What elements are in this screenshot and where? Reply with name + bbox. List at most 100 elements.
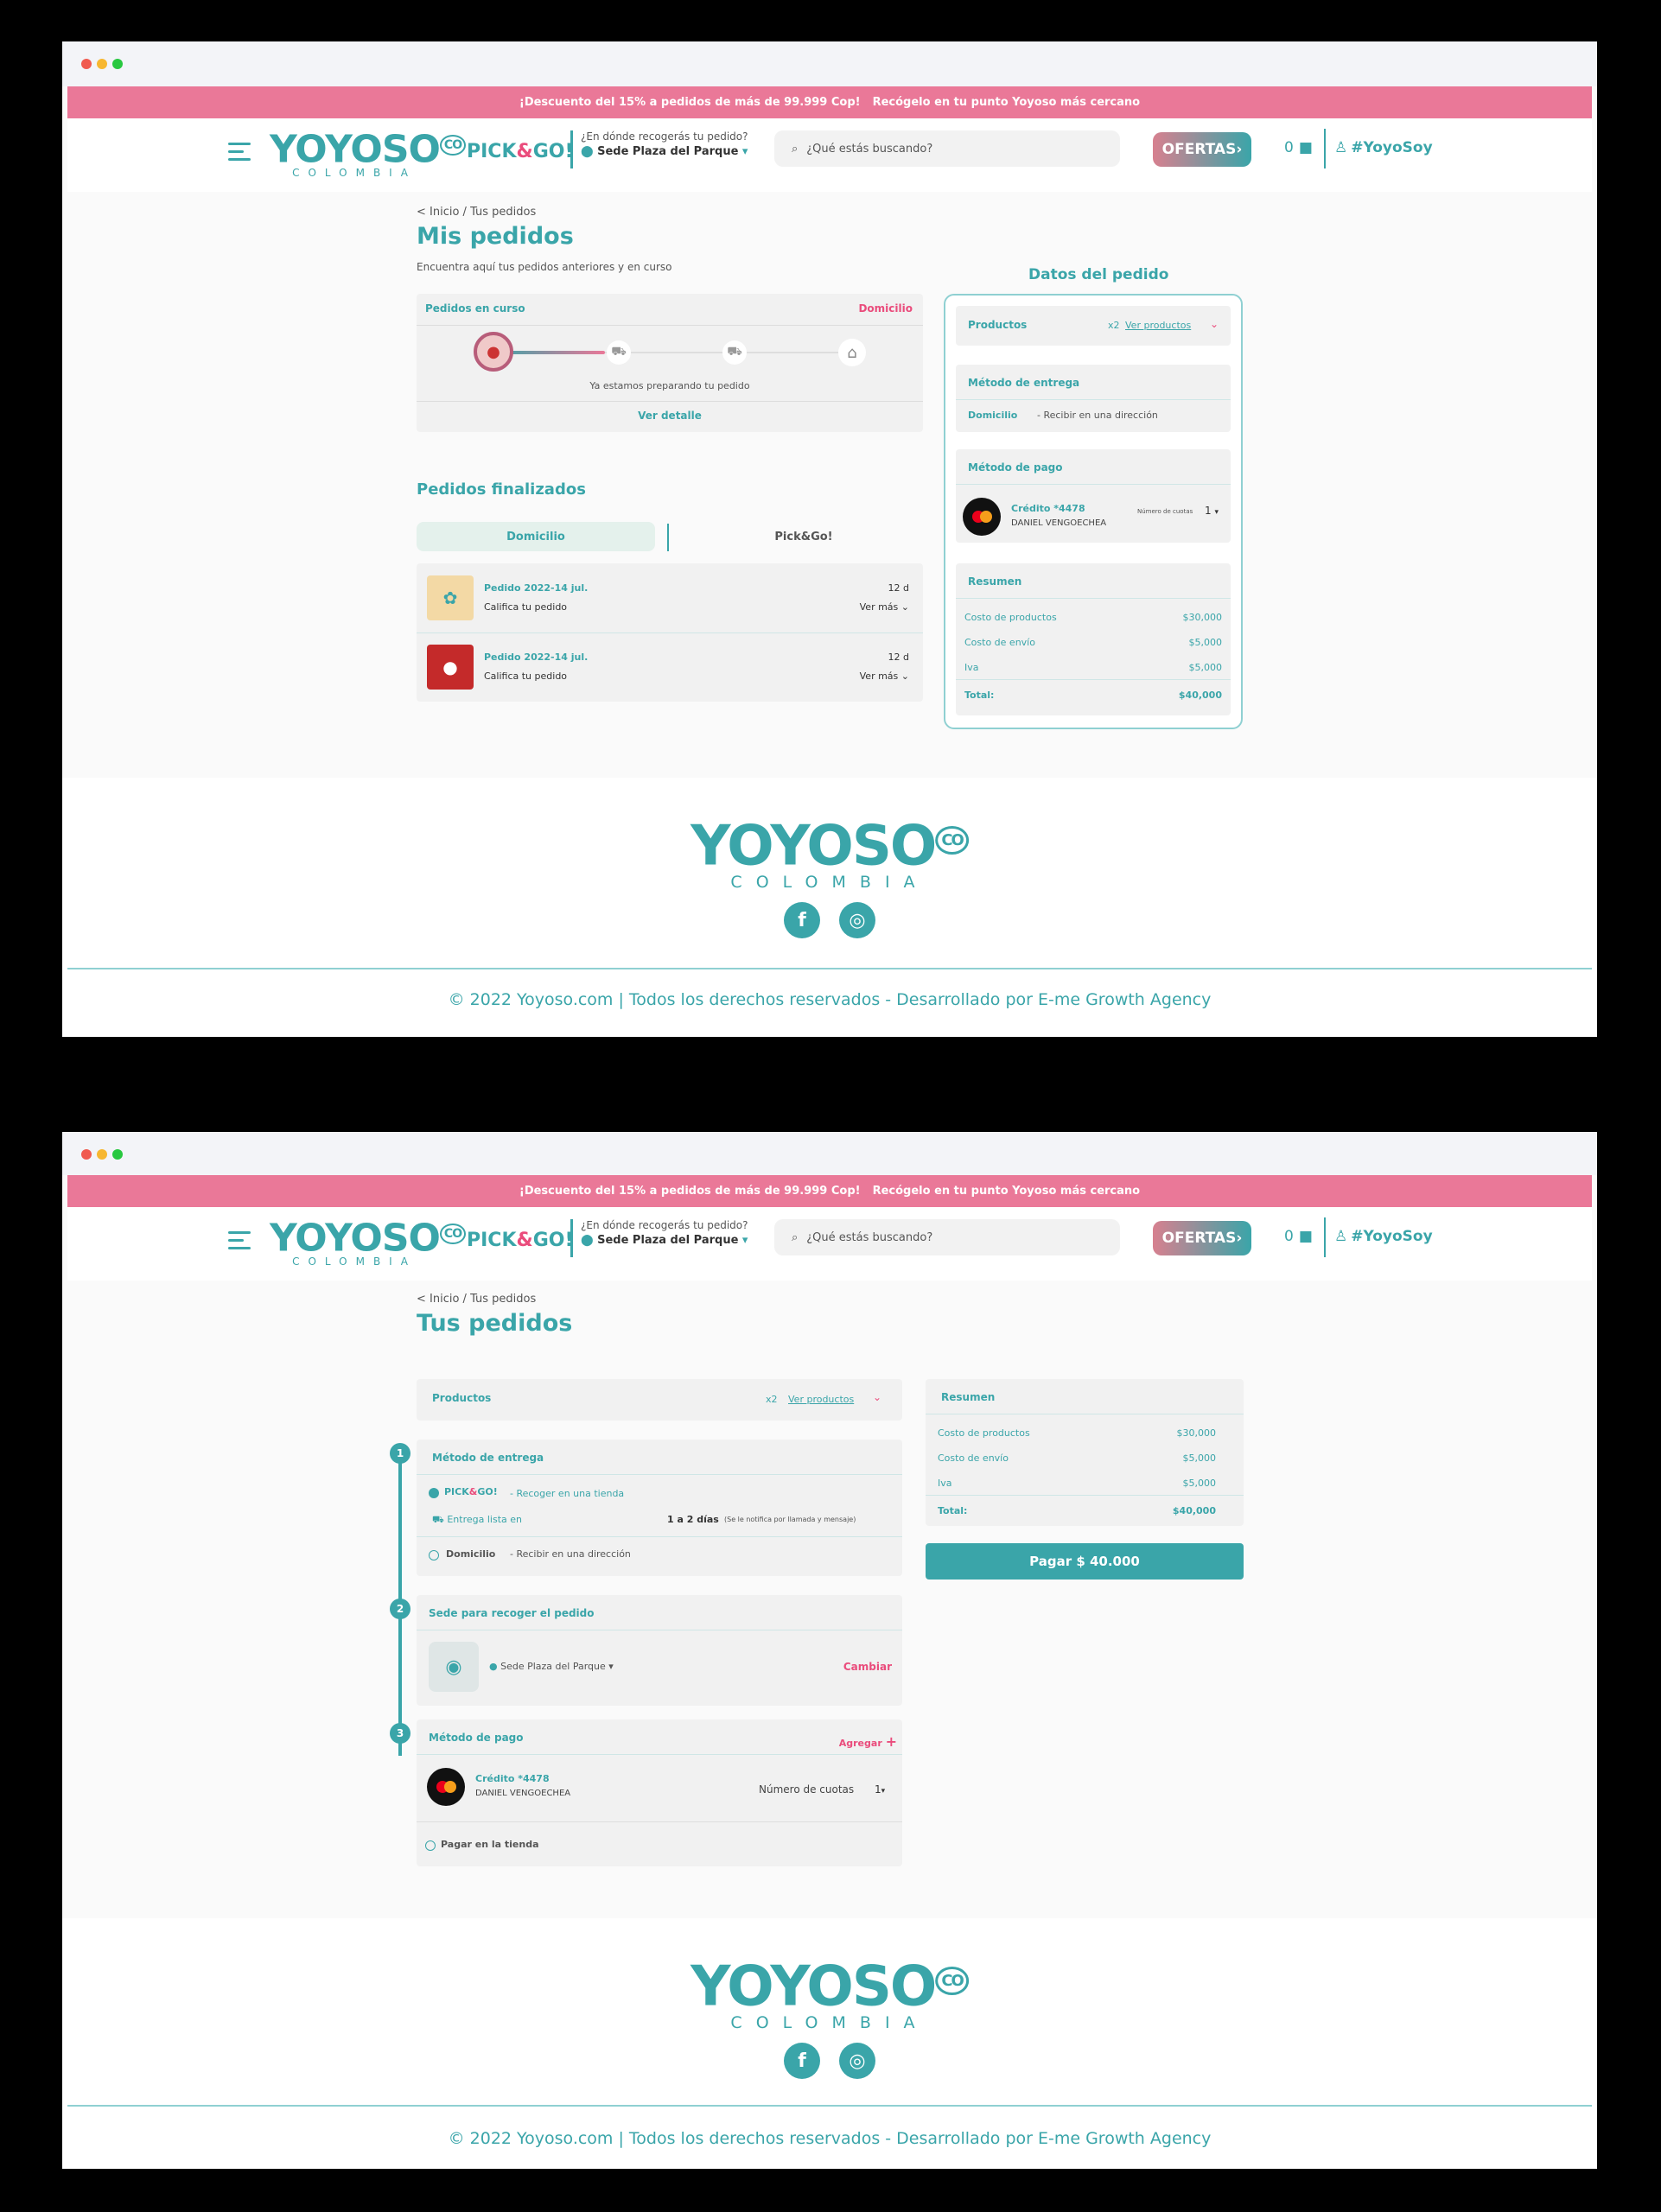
radio-pickgo-selected[interactable] [429, 1488, 439, 1498]
summary-label: Iva [964, 662, 979, 673]
cart-button[interactable]: 0 ■ [1284, 139, 1313, 156]
installments-select[interactable]: 1 ▾ [1205, 505, 1219, 517]
summary-value: $30,000 [1176, 1427, 1217, 1439]
pickgo-logo[interactable]: PICK&GO! [467, 1230, 574, 1251]
ofertas-button[interactable]: OFERTAS › [1153, 132, 1251, 167]
breadcrumb[interactable]: < Inicio / Tus pedidos [417, 1293, 536, 1306]
pickup-selector[interactable]: ¿En dónde recogerás tu pedido? ⬤ Sede Pla… [581, 1219, 771, 1247]
divider [1324, 129, 1326, 168]
products-label: Productos [432, 1392, 492, 1404]
step-3-badge: 3 [390, 1723, 410, 1744]
radio-pay-in-store[interactable] [425, 1840, 436, 1851]
footer-logo[interactable]: YOYOSO CO COLOMBIA [690, 1953, 969, 2032]
pay-button[interactable]: Pagar $ 40.000 [926, 1543, 1244, 1580]
logo-country: COLOMBIA [292, 166, 417, 179]
products-label: Productos [968, 319, 1028, 331]
step-2-badge: 2 [390, 1599, 410, 1619]
pickup-selector[interactable]: ¿En dónde recogerás tu pedido? ⬤ Sede Pla… [581, 130, 771, 158]
social-links: f ◎ [784, 2043, 875, 2079]
footer-logo-country: COLOMBIA [730, 2013, 929, 2033]
close-dot[interactable] [81, 59, 92, 69]
facebook-icon[interactable]: f [784, 902, 820, 938]
card-holder: DANIEL VENGOECHEA [1011, 518, 1107, 528]
logo[interactable]: YOYOSO CO COLOMBIA [270, 1212, 467, 1268]
search-input[interactable]: ⌕ ¿Qué estás buscando? [774, 130, 1120, 167]
add-label: Agregar [838, 1738, 882, 1749]
maximize-dot[interactable] [112, 1149, 123, 1160]
card-holder: DANIEL VENGOECHEA [475, 1789, 571, 1798]
payment-method-card: Método de pago Crédito *4478 DANIEL VENG… [956, 449, 1231, 543]
social-links: f ◎ [784, 902, 875, 938]
breadcrumb[interactable]: < Inicio / Tus pedidos [417, 206, 536, 219]
summary-label: Costo de productos [964, 612, 1057, 623]
footer-logo[interactable]: YOYOSO CO COLOMBIA [690, 812, 969, 892]
instagram-icon[interactable]: ◎ [839, 2043, 875, 2079]
delivery-desc: - Recibir en una dirección [1037, 410, 1158, 421]
products-qty: x2 [1108, 320, 1120, 331]
order-age: 12 d [888, 582, 909, 594]
facebook-icon[interactable]: f [784, 2043, 820, 2079]
search-input[interactable]: ⌕ ¿Qué estás buscando? [774, 1219, 1120, 1255]
preparing-icon: ● [474, 332, 513, 372]
chevron-down-icon: ▾ [881, 1787, 886, 1796]
delivery-method-card: Método de entrega Domicilio - Recibir en… [956, 365, 1231, 432]
summary-card: Resumen Costo de productos $30,000 Costo… [956, 563, 1231, 715]
tab-domicilio[interactable]: Domicilio [417, 522, 655, 551]
pickgo-logo[interactable]: PICK&GO! [467, 141, 574, 162]
cart-button[interactable]: 0 ■ [1284, 1228, 1313, 1245]
minimize-dot[interactable] [97, 59, 107, 69]
truck-icon: ⛟ [432, 1514, 444, 1525]
site-header: YOYOSO CO COLOMBIA PICK&GO! ¿En dónde reco… [67, 1207, 1592, 1281]
see-more-link[interactable]: Ver más [860, 601, 899, 613]
domicilio-desc: - Recibir en una dirección [510, 1548, 631, 1560]
close-dot[interactable] [81, 1149, 92, 1160]
pickup-question: ¿En dónde recogerás tu pedido? [581, 130, 748, 143]
rate-order-link[interactable]: Califica tu pedido [484, 671, 567, 682]
minimize-dot[interactable] [97, 1149, 107, 1160]
user-button[interactable]: ♙ #YoyoSoy [1334, 139, 1433, 156]
pickup-store: Sede Plaza del Parque [597, 1234, 739, 1247]
list-item[interactable]: ✿ Pedido 2022-14 jul. Califica tu pedido… [417, 563, 923, 632]
installments-label: Número de cuotas [1137, 508, 1193, 515]
rate-order-link[interactable]: Califica tu pedido [484, 601, 567, 613]
map-thumbnail-icon: ◉ [429, 1642, 479, 1692]
pickup-store-title: Sede para recoger el pedido [429, 1607, 595, 1619]
go-text: GO! [477, 1486, 498, 1497]
ofertas-button[interactable]: OFERTAS › [1153, 1221, 1251, 1255]
add-payment-button[interactable]: Agregar + [839, 1733, 897, 1750]
menu-icon[interactable] [228, 1231, 251, 1250]
change-store-button[interactable]: Cambiar [843, 1661, 892, 1673]
logo-co: CO [439, 1224, 467, 1244]
menu-icon[interactable] [228, 143, 251, 162]
search-placeholder: ¿Qué estás buscando? [806, 142, 933, 156]
delivery-method-card: Método de entrega PICK&GO! - Recoger en … [417, 1440, 902, 1576]
instagram-icon[interactable]: ◎ [839, 902, 875, 938]
delivery-method-title: Método de entrega [432, 1452, 544, 1464]
see-products-link[interactable]: Ver productos [788, 1394, 854, 1405]
summary-title: Resumen [968, 575, 1022, 588]
see-products-link[interactable]: Ver productos [1125, 320, 1191, 331]
logo[interactable]: YOYOSO CO COLOMBIA [270, 124, 467, 179]
summary-value: $5,000 [1188, 662, 1223, 673]
pickgo-desc: - Recoger en una tienda [510, 1488, 625, 1499]
summary-value: $5,000 [1182, 1478, 1217, 1489]
search-icon: ⌕ [792, 142, 799, 156]
chevron-right-icon: › [1236, 141, 1243, 158]
pickup-question: ¿En dónde recogerás tu pedido? [581, 1219, 748, 1231]
product-thumbnail: ● [427, 645, 474, 690]
amp-text: & [516, 141, 533, 162]
amp-text: & [516, 1230, 533, 1251]
order-data-title: Datos del pedido [1028, 266, 1169, 283]
summary-label: Iva [938, 1478, 952, 1489]
list-item[interactable]: ● Pedido 2022-14 jul. Califica tu pedido… [417, 632, 923, 702]
tab-pickgo[interactable]: Pick&Go! [684, 522, 923, 551]
user-button[interactable]: ♙ #YoyoSoy [1334, 1228, 1433, 1245]
payment-method-title: Método de pago [429, 1732, 524, 1744]
radio-domicilio[interactable] [429, 1550, 439, 1560]
footer-divider [67, 968, 1592, 969]
view-detail-link[interactable]: Ver detalle [417, 410, 923, 422]
see-more-link[interactable]: Ver más [860, 671, 899, 682]
current-order-label: Pedidos en curso [425, 302, 525, 315]
maximize-dot[interactable] [112, 59, 123, 69]
installments-select[interactable]: 1▾ [875, 1783, 885, 1796]
